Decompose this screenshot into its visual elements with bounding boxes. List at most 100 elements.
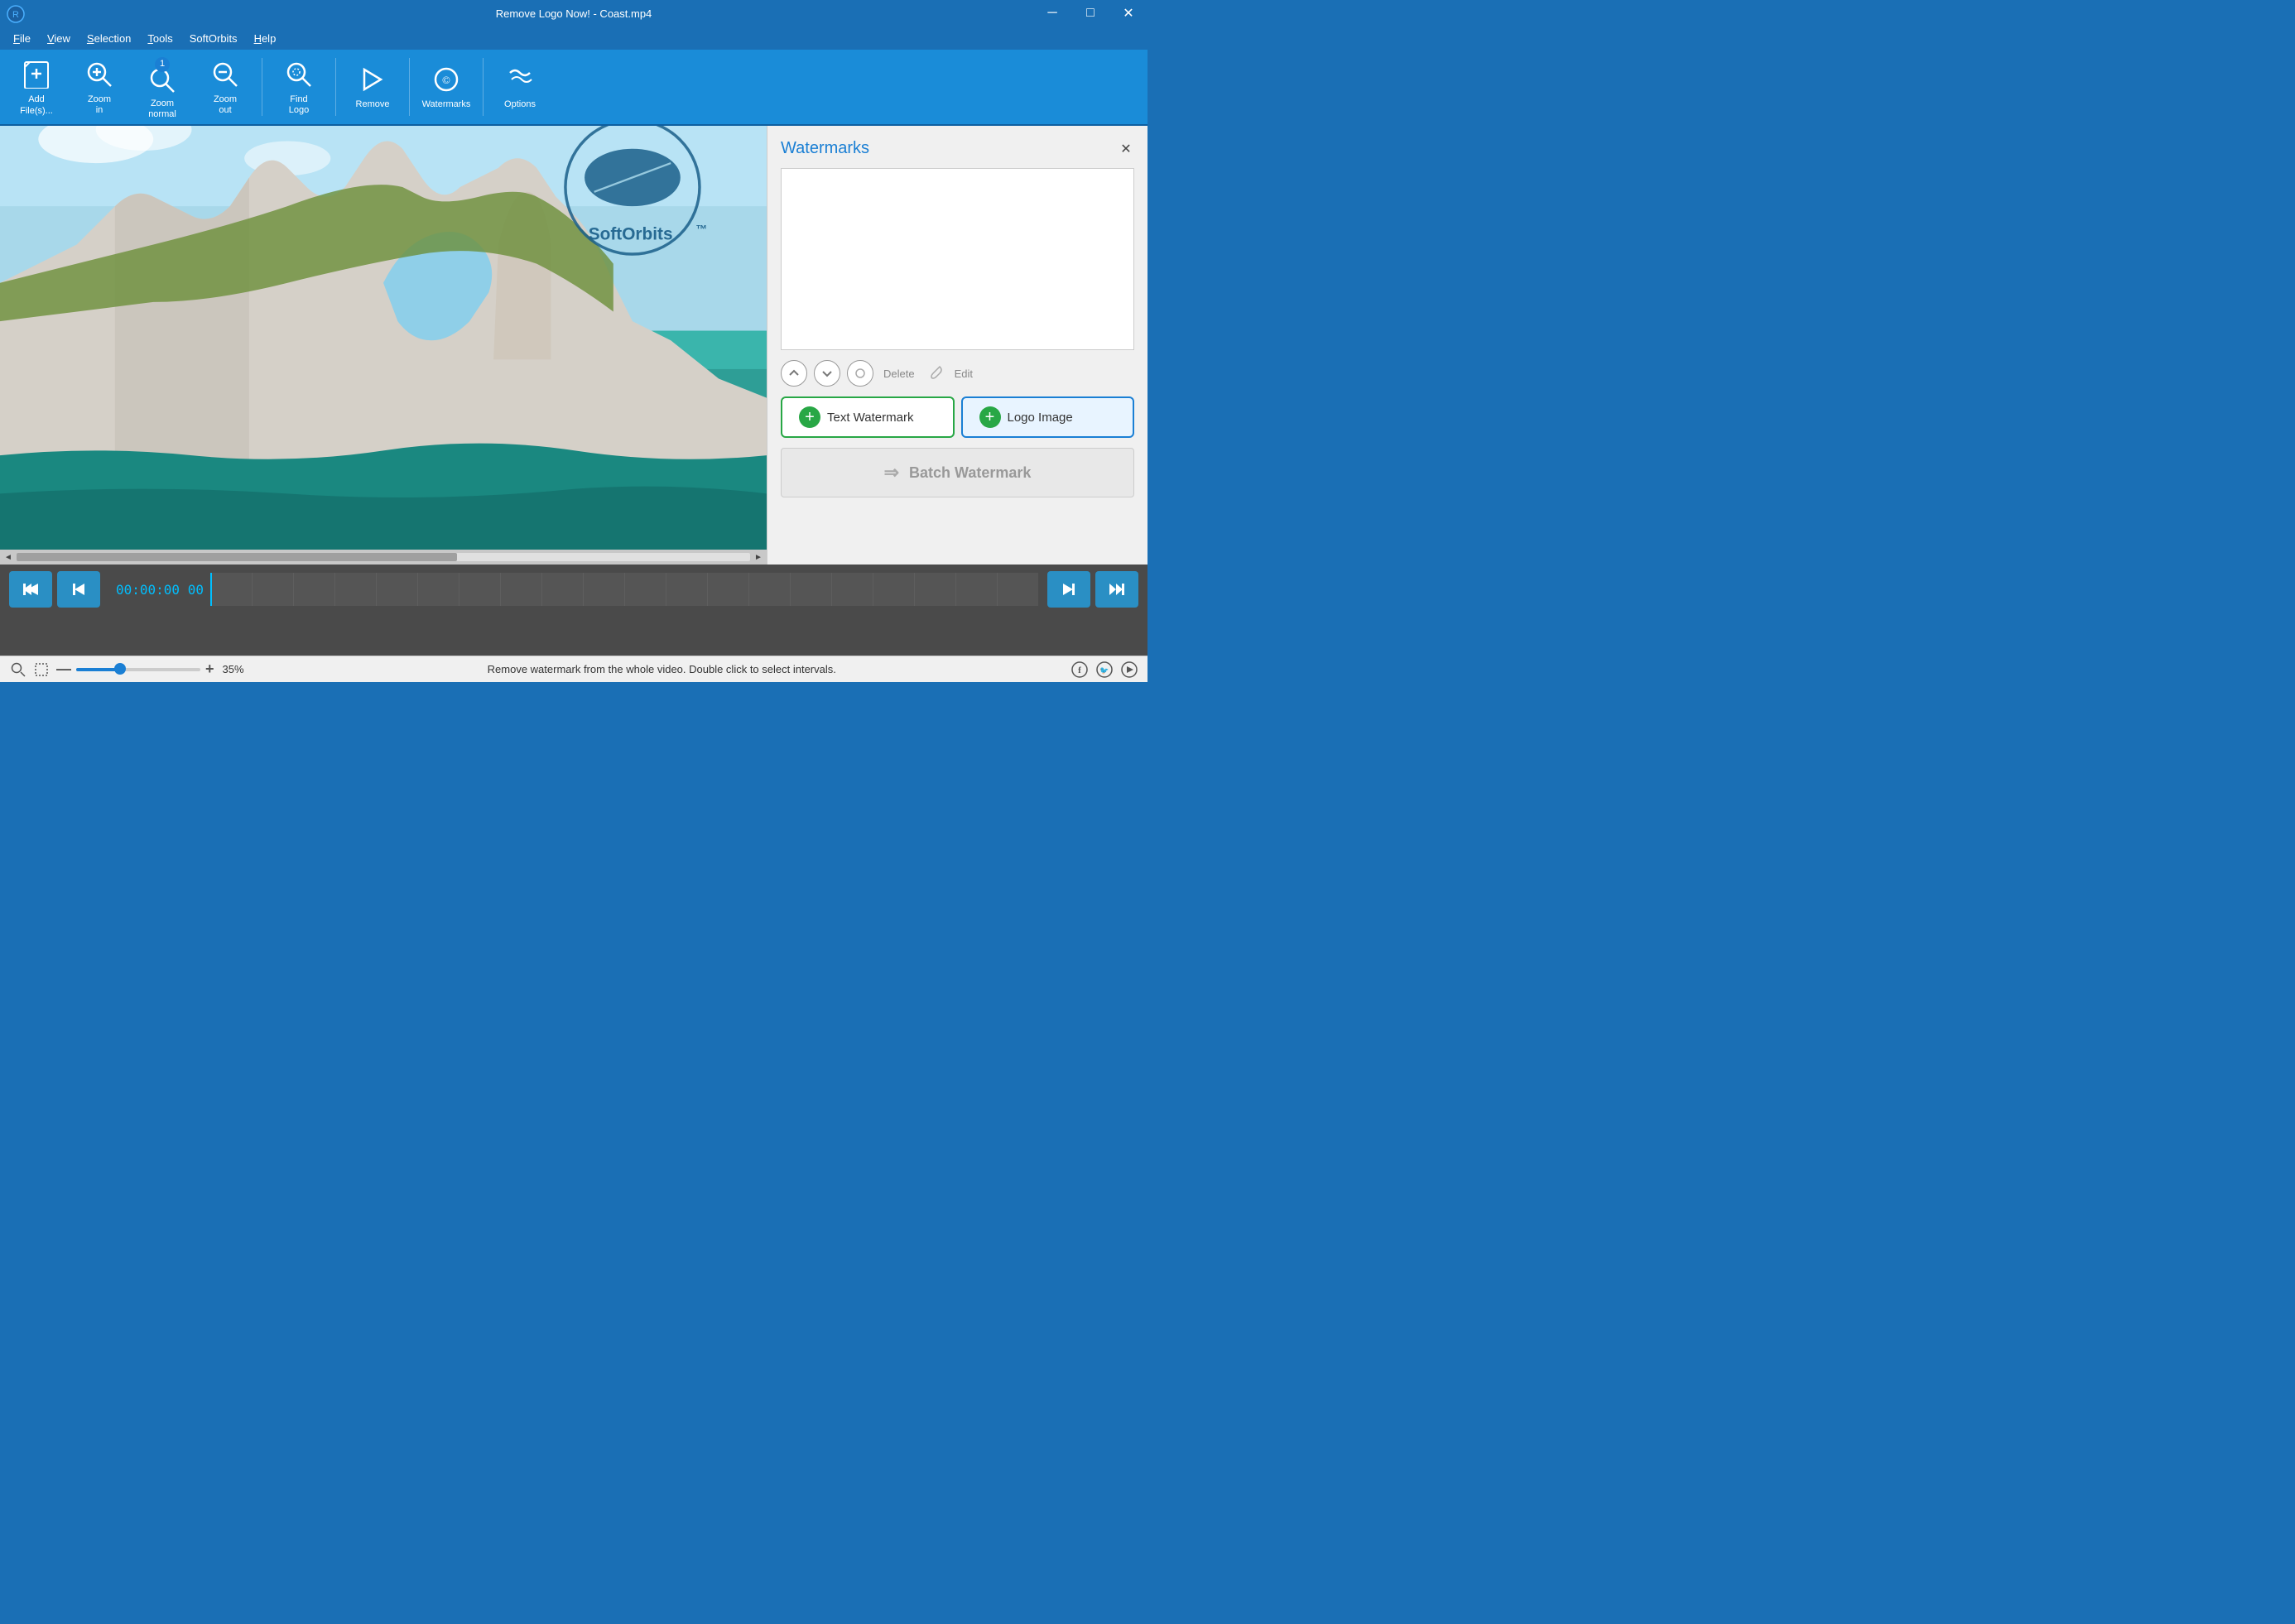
next-frame-button[interactable]	[1047, 571, 1090, 608]
zoom-in-button[interactable]: Zoomin	[70, 54, 129, 120]
selection-icon	[33, 661, 50, 678]
status-left-icons	[10, 661, 50, 678]
options-button[interactable]: Options	[490, 54, 550, 120]
status-bar: — + 35% Remove watermark from the whole …	[0, 656, 1148, 682]
menu-help[interactable]: Help	[248, 30, 283, 47]
zoom-normal-button[interactable]: 1 Zoomnormal	[132, 54, 192, 120]
svg-text:R: R	[12, 10, 19, 20]
toolbar-separator-4	[483, 58, 484, 116]
move-up-button[interactable]	[781, 360, 807, 387]
title-bar: R Remove Logo Now! - Coast.mp4 ─ □ ✕	[0, 0, 1148, 26]
social-icons: f 🐦	[1071, 661, 1138, 678]
remove-label: Remove	[356, 99, 390, 110]
options-label: Options	[504, 99, 536, 110]
timeline-area: 00:00:00 00	[0, 565, 1148, 656]
menu-view[interactable]: View	[41, 30, 77, 47]
timeline-controls: 00:00:00 00	[0, 565, 1148, 614]
edit-button[interactable]: Edit	[955, 368, 973, 380]
status-message: Remove watermark from the whole video. D…	[253, 663, 1071, 675]
zoom-controls: — + 35%	[56, 661, 253, 678]
horizontal-scrollbar[interactable]: ◄ ►	[0, 550, 767, 565]
watermarks-icon: ©	[430, 63, 463, 96]
panel-title: Watermarks	[781, 139, 869, 158]
svg-text:©: ©	[442, 74, 450, 86]
toolbar: AddFile(s)... Zoomin 1 Zoomnormal	[0, 50, 1148, 126]
coast-scene: SoftOrbits ™	[0, 126, 767, 565]
maximize-button[interactable]: □	[1071, 0, 1109, 26]
zoom-slider-fill	[76, 668, 120, 671]
close-button[interactable]: ✕	[1109, 0, 1148, 26]
find-logo-label: FindLogo	[289, 94, 309, 116]
add-files-button[interactable]: AddFile(s)...	[7, 54, 66, 120]
menu-softorbits[interactable]: SoftOrbits	[183, 30, 244, 47]
main-area: SoftOrbits ™ ◄ ► Watermarks ✕	[0, 126, 1148, 565]
zoom-in-label: Zoomin	[88, 94, 111, 116]
video-area: SoftOrbits ™ ◄ ►	[0, 126, 767, 565]
watermarks-panel: Watermarks ✕ Delete Edit	[767, 126, 1148, 565]
add-files-icon	[20, 57, 53, 90]
text-watermark-button[interactable]: + Text Watermark	[781, 396, 955, 438]
rewind-button[interactable]	[9, 571, 52, 608]
zoom-plus-icon[interactable]: +	[205, 661, 214, 678]
logo-image-label: Logo Image	[1008, 411, 1073, 425]
svg-text:SoftOrbits: SoftOrbits	[589, 225, 673, 244]
menu-tools[interactable]: Tools	[141, 30, 179, 47]
move-down-button[interactable]	[814, 360, 840, 387]
menu-bar: File View Selection Tools SoftOrbits Hel…	[0, 26, 1148, 50]
panel-close-button[interactable]: ✕	[1118, 141, 1134, 157]
prev-frame-button[interactable]	[57, 571, 100, 608]
app-logo-icon: R	[7, 5, 25, 23]
fast-forward-button[interactable]	[1095, 571, 1138, 608]
playhead[interactable]	[210, 573, 212, 606]
remove-button[interactable]: Remove	[343, 54, 402, 120]
zoom-minus-icon[interactable]: —	[56, 661, 71, 678]
watermarks-label: Watermarks	[422, 99, 471, 110]
options-icon	[503, 63, 536, 96]
add-buttons-row: + Text Watermark + Logo Image	[781, 396, 1134, 438]
facebook-icon[interactable]: f	[1071, 661, 1088, 678]
scroll-right-button[interactable]: ►	[752, 550, 765, 564]
zoom-out-button[interactable]: Zoomout	[195, 54, 255, 120]
svg-text:f: f	[1078, 665, 1081, 675]
menu-selection[interactable]: Selection	[80, 30, 137, 47]
timecode-display: 00:00:00 00	[116, 582, 204, 598]
find-logo-icon	[282, 58, 315, 91]
toggle-visibility-button[interactable]	[847, 360, 873, 387]
wrench-icon	[928, 365, 945, 382]
zoom-in-icon	[83, 58, 116, 91]
watermarks-button[interactable]: © Watermarks	[416, 54, 476, 120]
twitter-icon[interactable]: 🐦	[1096, 661, 1113, 678]
batch-arrow-icon: ⇒	[884, 462, 899, 483]
panel-controls: Delete Edit	[781, 360, 1134, 387]
batch-watermark-label: Batch Watermark	[909, 464, 1031, 482]
logo-image-button[interactable]: + Logo Image	[961, 396, 1135, 438]
menu-file[interactable]: File	[7, 30, 37, 47]
logo-image-plus-icon: +	[979, 406, 1001, 428]
zoom-out-icon	[209, 58, 242, 91]
toolbar-separator-2	[335, 58, 336, 116]
zoom-percent-display: 35%	[223, 663, 253, 675]
zoom-slider-thumb[interactable]	[114, 663, 126, 675]
title-text: Remove Logo Now! - Coast.mp4	[496, 7, 652, 20]
title-controls: ─ □ ✕	[1033, 0, 1148, 26]
batch-watermark-button[interactable]: ⇒ Batch Watermark	[781, 448, 1134, 497]
zoom-slider[interactable]	[76, 668, 200, 671]
delete-button[interactable]: Delete	[883, 368, 915, 380]
youtube-icon[interactable]	[1121, 661, 1138, 678]
remove-icon	[356, 63, 389, 96]
timeline-track[interactable]	[210, 573, 1038, 606]
zoom-out-label: Zoomout	[214, 94, 237, 116]
panel-header: Watermarks ✕	[781, 139, 1134, 158]
minimize-button[interactable]: ─	[1033, 0, 1071, 26]
find-logo-button[interactable]: FindLogo	[269, 54, 329, 120]
watermark-list[interactable]	[781, 168, 1134, 350]
svg-text:🐦: 🐦	[1099, 666, 1109, 675]
scrollbar-thumb[interactable]	[17, 553, 457, 561]
zoom-normal-label: Zoomnormal	[148, 98, 176, 120]
timeline-ruler	[210, 573, 1038, 606]
scroll-left-button[interactable]: ◄	[2, 550, 15, 564]
magnify-icon	[10, 661, 26, 678]
add-files-label: AddFile(s)...	[20, 94, 53, 118]
svg-text:™: ™	[695, 223, 707, 236]
text-watermark-label: Text Watermark	[827, 411, 913, 425]
